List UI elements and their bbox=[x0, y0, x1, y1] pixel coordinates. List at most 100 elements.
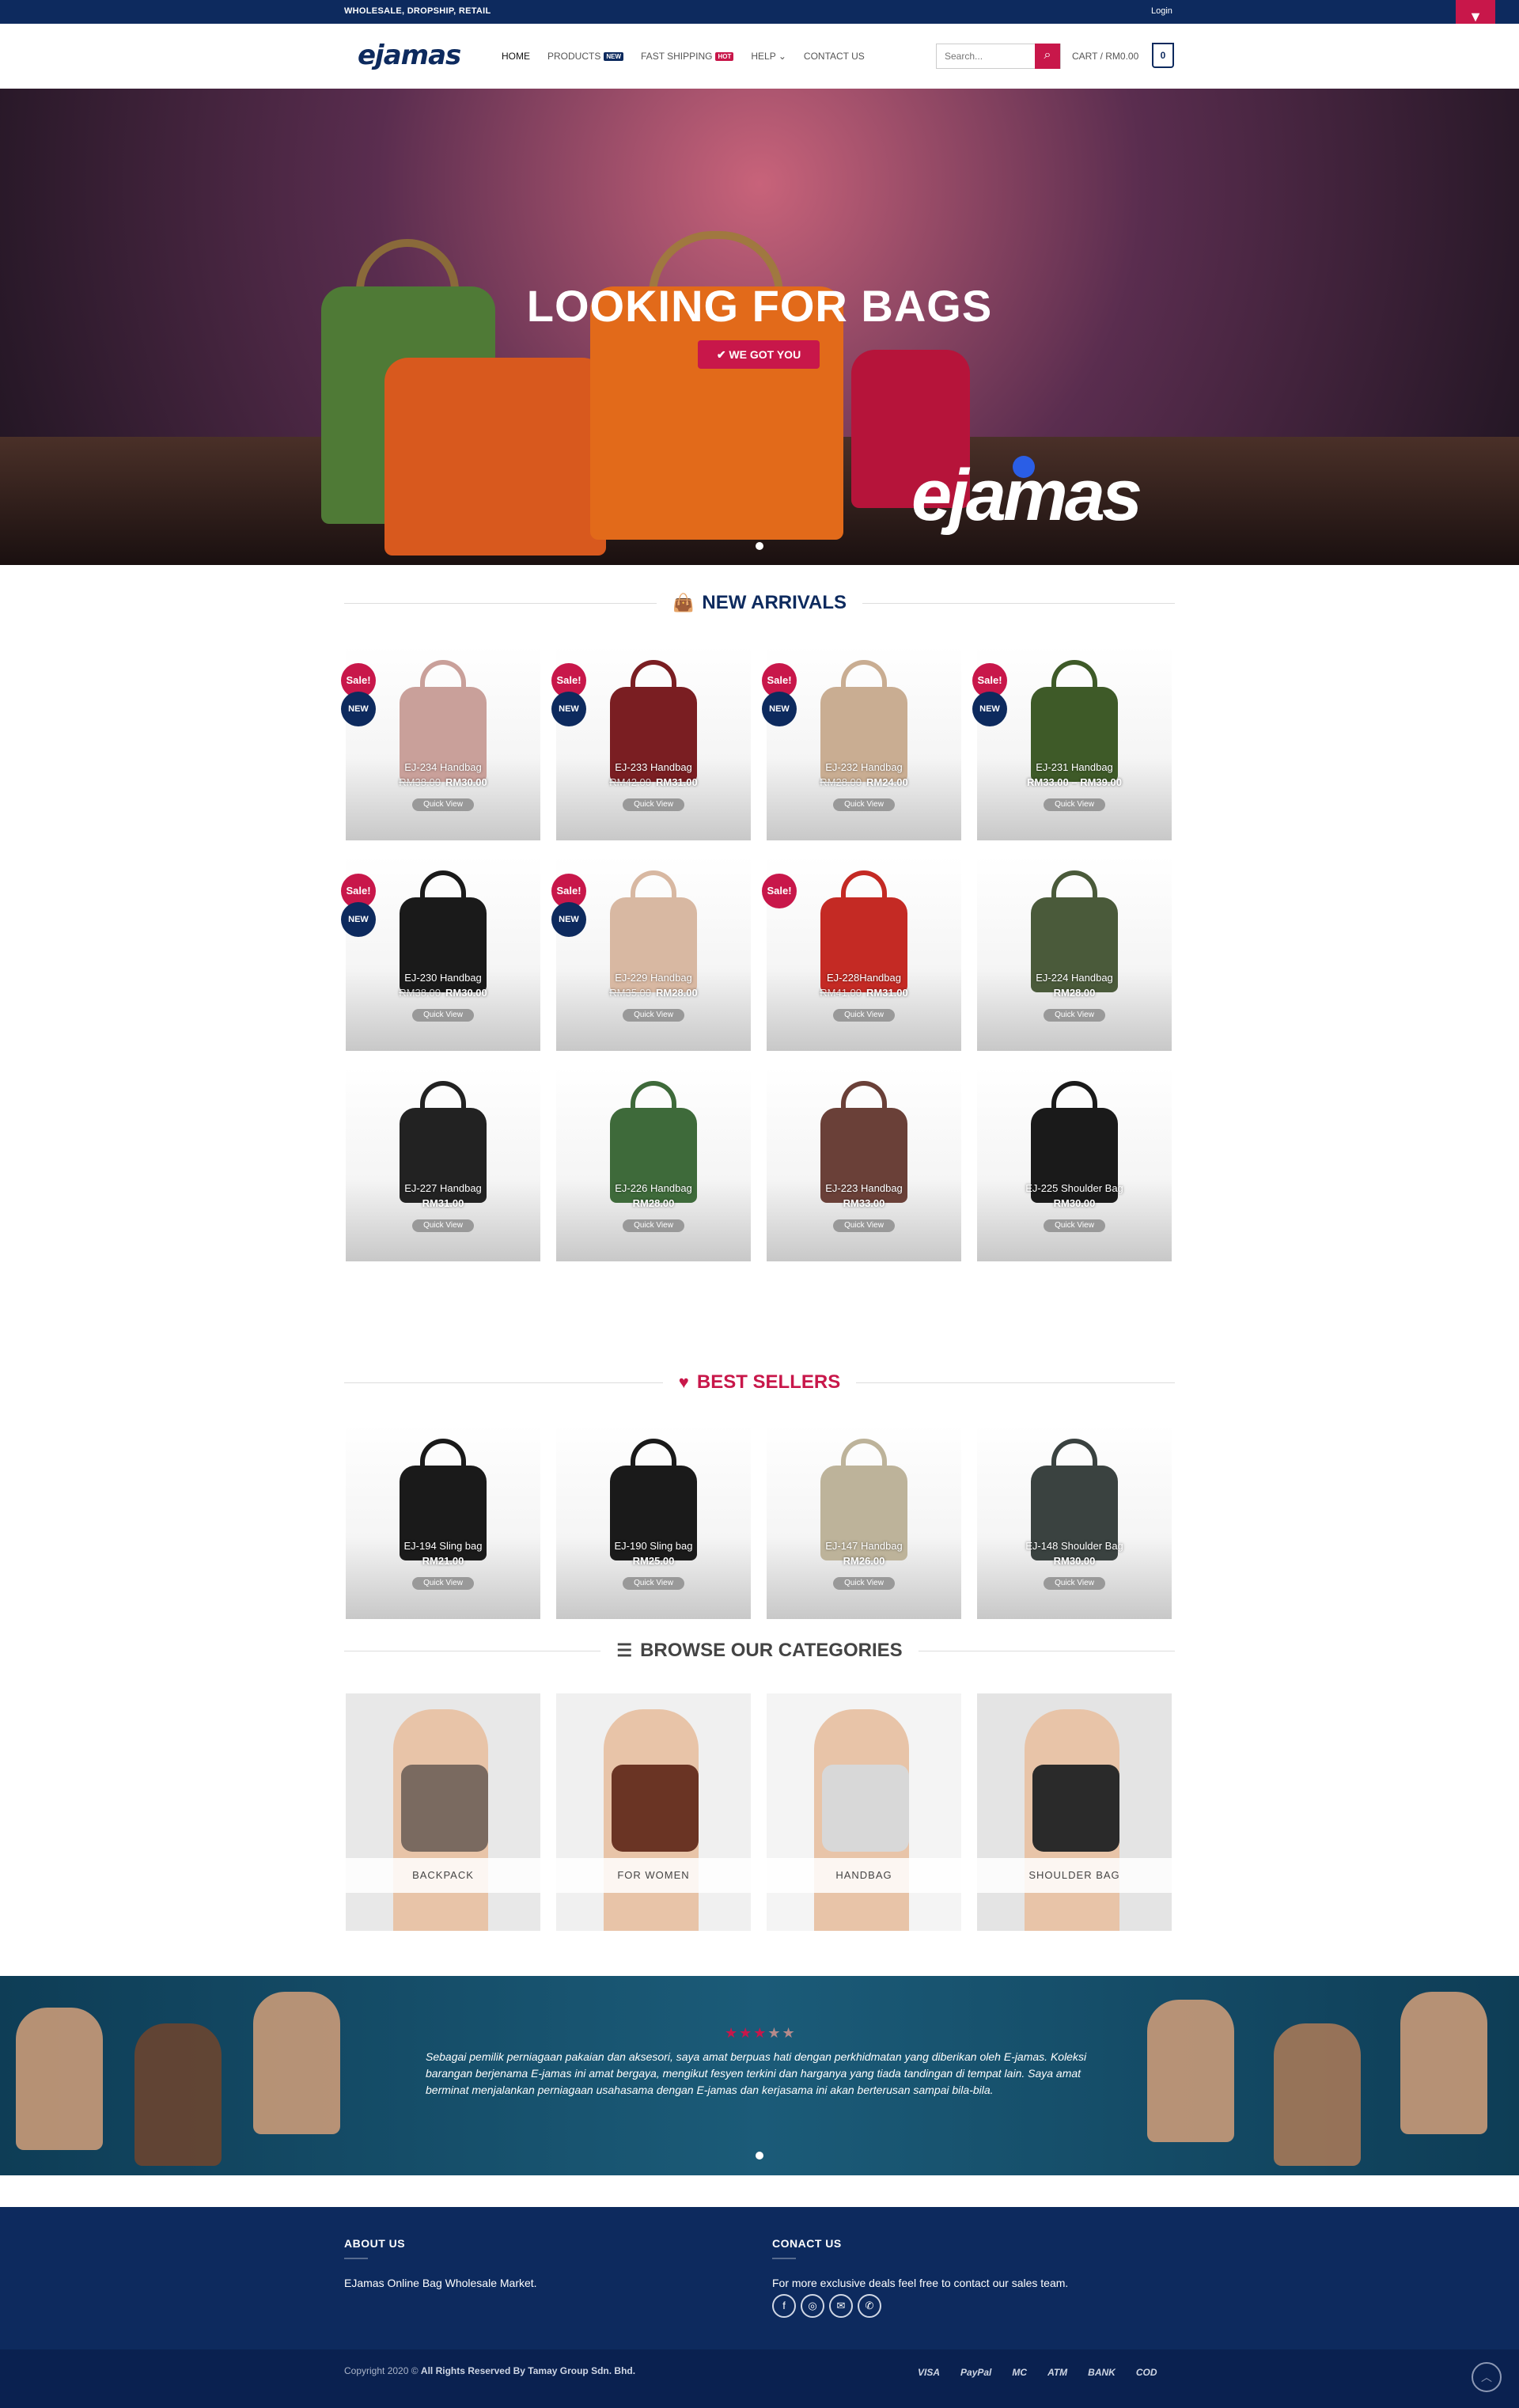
product-card[interactable]: EJ-225 Shoulder Bag RM30.00 Quick View bbox=[977, 1067, 1172, 1261]
category-card[interactable]: HANDBAG bbox=[767, 1693, 961, 1931]
nav-label: CONTACT US bbox=[803, 51, 865, 62]
product-name[interactable]: EJ-231 Handbag bbox=[977, 761, 1172, 773]
heart-icon: ♥ bbox=[678, 1372, 689, 1392]
quick-view-button[interactable]: Quick View bbox=[833, 1577, 895, 1590]
category-card[interactable]: SHOULDER BAG bbox=[977, 1693, 1172, 1931]
nav-help[interactable]: HELP ⌄ bbox=[751, 51, 786, 62]
category-label[interactable]: HANDBAG bbox=[767, 1858, 961, 1893]
product-card[interactable]: EJ-227 Handbag RM31.00 Quick View bbox=[346, 1067, 540, 1261]
facebook-icon[interactable]: f bbox=[772, 2294, 796, 2318]
login-link[interactable]: Login bbox=[1151, 6, 1172, 16]
menu-icon: ☰ bbox=[616, 1640, 633, 1660]
contact-text: For more exclusive deals feel free to co… bbox=[772, 2277, 1069, 2289]
nav-products[interactable]: PRODUCTS NEW bbox=[547, 51, 624, 62]
cart-count[interactable]: 0 bbox=[1152, 43, 1174, 68]
slider-dot[interactable] bbox=[756, 2152, 763, 2160]
quick-view-button[interactable]: Quick View bbox=[833, 798, 895, 811]
product-card[interactable]: EJ-190 Sling bag RM25.00 Quick View bbox=[556, 1424, 751, 1619]
quick-view-button[interactable]: Quick View bbox=[412, 1577, 474, 1590]
quick-view-button[interactable]: Quick View bbox=[623, 1577, 684, 1590]
product-name[interactable]: EJ-233 Handbag bbox=[556, 761, 751, 773]
category-label[interactable]: BACKPACK bbox=[346, 1858, 540, 1893]
product-price: RM33.00 – RM39.00 bbox=[977, 776, 1172, 788]
product-name[interactable]: EJ-228Handbag bbox=[767, 972, 961, 984]
atm-icon: ATM bbox=[1047, 2367, 1068, 2378]
instagram-icon[interactable]: ◎ bbox=[801, 2294, 824, 2318]
phone-icon[interactable]: ✆ bbox=[858, 2294, 881, 2318]
new-arrivals-header: 👜 NEW ARRIVALS bbox=[344, 591, 1176, 615]
category-label[interactable]: FOR WOMEN bbox=[556, 1858, 751, 1893]
product-name[interactable]: EJ-224 Handbag bbox=[977, 972, 1172, 984]
search-icon[interactable]: ⌕ bbox=[1035, 44, 1060, 69]
category-label[interactable]: SHOULDER BAG bbox=[977, 1858, 1172, 1893]
bank-transfer-icon: BANK bbox=[1088, 2367, 1116, 2378]
quick-view-button[interactable]: Quick View bbox=[623, 1009, 684, 1022]
testimonial-section: ★★★★★ Sebagai pemilik perniagaan pakaian… bbox=[0, 1976, 1519, 2175]
product-card[interactable]: EJ-147 Handbag RM26.00 Quick View bbox=[767, 1424, 961, 1619]
product-price: RM30.00 bbox=[977, 1555, 1172, 1567]
divider bbox=[862, 602, 1176, 604]
product-name[interactable]: EJ-148 Shoulder Bag bbox=[977, 1540, 1172, 1552]
cash-on-delivery-icon: COD bbox=[1135, 2367, 1157, 2378]
quick-view-button[interactable]: Quick View bbox=[833, 1219, 895, 1232]
about-title: ABOUT US bbox=[344, 2237, 406, 2259]
back-to-top-icon[interactable]: ︿ bbox=[1472, 2362, 1502, 2392]
quick-view-button[interactable]: Quick View bbox=[1044, 1577, 1105, 1590]
product-name[interactable]: EJ-229 Handbag bbox=[556, 972, 751, 984]
cart-link[interactable]: CART / RM0.00 bbox=[1072, 51, 1138, 62]
old-price: RM35.00 bbox=[609, 987, 651, 999]
category-card[interactable]: BACKPACK bbox=[346, 1693, 540, 1931]
quick-view-button[interactable]: Quick View bbox=[1044, 1219, 1105, 1232]
shopping-bag-icon: 👜 bbox=[672, 593, 695, 612]
product-name[interactable]: EJ-147 Handbag bbox=[767, 1540, 961, 1552]
quick-view-button[interactable]: Quick View bbox=[623, 1219, 684, 1232]
product-name[interactable]: EJ-226 Handbag bbox=[556, 1182, 751, 1194]
product-name[interactable]: EJ-190 Sling bag bbox=[556, 1540, 751, 1552]
product-name[interactable]: EJ-230 Handbag bbox=[346, 972, 540, 984]
thumbs-up-image bbox=[253, 1992, 340, 2134]
paypal-icon: PayPal bbox=[960, 2367, 992, 2378]
product-price: RM25.00 bbox=[556, 1555, 751, 1567]
slider-dot[interactable] bbox=[756, 542, 763, 550]
product-card[interactable]: EJ-194 Sling bag RM21.00 Quick View bbox=[346, 1424, 540, 1619]
product-price: RM28.00 bbox=[977, 987, 1172, 999]
product-card[interactable]: EJ-223 Handbag RM33.00 Quick View bbox=[767, 1067, 961, 1261]
product-name[interactable]: EJ-225 Shoulder Bag bbox=[977, 1182, 1172, 1194]
product-price: RM31.00 bbox=[346, 1197, 540, 1209]
product-name[interactable]: EJ-232 Handbag bbox=[767, 761, 961, 773]
nav-contact[interactable]: CONTACT US bbox=[804, 51, 865, 62]
nav-fast-shipping[interactable]: FAST SHIPPING HOT bbox=[641, 51, 734, 62]
quick-view-button[interactable]: Quick View bbox=[623, 798, 684, 811]
product-name[interactable]: EJ-223 Handbag bbox=[767, 1182, 961, 1194]
category-card[interactable]: FOR WOMEN bbox=[556, 1693, 751, 1931]
product-name[interactable]: EJ-194 Sling bag bbox=[346, 1540, 540, 1552]
search-input[interactable] bbox=[937, 44, 1035, 68]
current-price: RM30.00 bbox=[1053, 1197, 1096, 1209]
nav-home[interactable]: HOME bbox=[502, 51, 530, 62]
product-card[interactable]: EJ-224 Handbag RM28.00 Quick View bbox=[977, 856, 1172, 1051]
quick-view-button[interactable]: Quick View bbox=[412, 798, 474, 811]
site-logo[interactable]: ejamas bbox=[358, 40, 461, 71]
hero-cta-button[interactable]: ✔ WE GOT YOU bbox=[698, 340, 820, 369]
hot-badge: HOT bbox=[715, 51, 734, 61]
thumbs-up-image bbox=[134, 2023, 222, 2166]
section-title: ☰ BROWSE OUR CATEGORIES bbox=[600, 1640, 918, 1662]
copyright: Copyright 2020 © All Rights Reserved By … bbox=[344, 2365, 635, 2376]
product-price: RM30.00 bbox=[977, 1197, 1172, 1209]
quick-view-button[interactable]: Quick View bbox=[412, 1219, 474, 1232]
thumbs-up-image bbox=[16, 2008, 103, 2150]
product-name[interactable]: EJ-227 Handbag bbox=[346, 1182, 540, 1194]
divider bbox=[856, 1382, 1176, 1383]
quick-view-button[interactable]: Quick View bbox=[1044, 1009, 1105, 1022]
current-price: RM33.00 – RM39.00 bbox=[1027, 776, 1122, 788]
new-badge: NEW bbox=[551, 902, 586, 937]
quick-view-button[interactable]: Quick View bbox=[1044, 798, 1105, 811]
social-links: f ◎ ✉ ✆ bbox=[772, 2294, 881, 2318]
email-icon[interactable]: ✉ bbox=[829, 2294, 853, 2318]
product-card[interactable]: EJ-226 Handbag RM28.00 Quick View bbox=[556, 1067, 751, 1261]
quick-view-button[interactable]: Quick View bbox=[412, 1009, 474, 1022]
product-name[interactable]: EJ-234 Handbag bbox=[346, 761, 540, 773]
product-card[interactable]: EJ-148 Shoulder Bag RM30.00 Quick View bbox=[977, 1424, 1172, 1619]
current-price: RM31.00 bbox=[656, 776, 698, 788]
quick-view-button[interactable]: Quick View bbox=[833, 1009, 895, 1022]
